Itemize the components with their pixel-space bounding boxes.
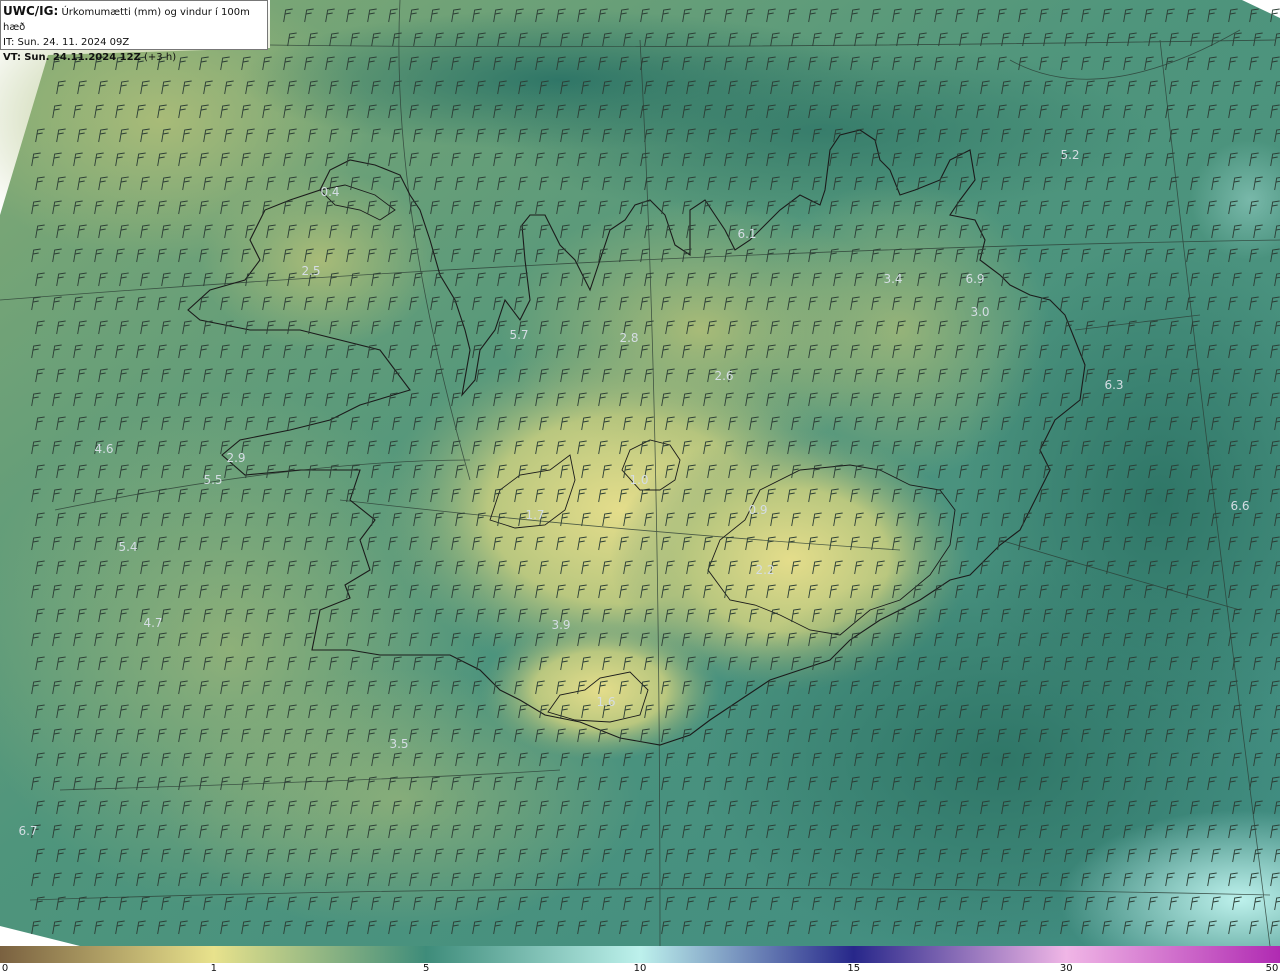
colorbar-tick-50: 50 [1265, 963, 1279, 974]
point-value-label: 5.5 [203, 473, 222, 487]
point-value-label: 0.4 [320, 185, 339, 199]
point-value-label: 3.9 [551, 618, 570, 632]
point-value-label: 6.6 [1230, 499, 1249, 513]
colorbar-tick-30: 30 [1059, 963, 1073, 974]
point-value-label: 2.2 [755, 563, 774, 577]
point-value-label: 6.3 [1104, 378, 1123, 392]
point-value-label: 2.8 [619, 331, 638, 345]
colorbar: 0 1 5 10 15 30 50 [0, 946, 1280, 978]
precipitation-wind-map[interactable]: 5.2 6.1 3.4 6.9 3.0 5.7 2.8 2.6 6.3 4.6 2.9 5.5 1.0 0… [0, 0, 1280, 946]
point-value-label: 1.7 [525, 508, 544, 522]
point-value-label: 1.0 [629, 473, 648, 487]
point-value-label: 4.6 [94, 442, 113, 456]
colorbar-tick-10: 10 [633, 963, 647, 974]
issue-time: IT: Sun. 24. 11. 2024 09Z [3, 37, 130, 48]
point-value-label: 2.9 [226, 451, 245, 465]
point-value-label: 0.9 [748, 503, 767, 517]
point-value-label: 6.1 [737, 227, 756, 241]
point-value-label: 4.7 [143, 616, 162, 630]
colorbar-tick-15: 15 [847, 963, 861, 974]
colorbar-tick-1: 1 [210, 963, 217, 974]
colorbar-tick-5: 5 [423, 963, 430, 974]
point-value-label: 6.9 [965, 272, 984, 286]
lead-time: (+3 h) [144, 52, 177, 63]
point-value-label: 6.7 [18, 824, 37, 838]
colorbar-tick-0: 0 [1, 963, 9, 974]
point-value-label: 5.2 [1060, 148, 1079, 162]
map-title-box: UWC/IG: Úrkomumætti (mm) og vindur í 100… [0, 0, 268, 63]
colorbar-labels: 0 1 5 10 15 30 50 [0, 963, 1280, 978]
point-value-label: 1.6 [596, 695, 615, 709]
point-value-label: 2.5 [301, 264, 320, 278]
point-value-label: 2.6 [714, 369, 733, 383]
point-value-label: 5.4 [118, 540, 137, 554]
model-name: UWC/IG: [3, 4, 59, 18]
point-value-label: 3.4 [883, 272, 902, 286]
point-value-label: 3.5 [389, 737, 408, 751]
point-value-label: 3.0 [970, 305, 989, 319]
valid-time: Sun. 24.11.2024 12Z [24, 52, 141, 63]
colorbar-strip [0, 946, 1280, 963]
valid-prefix: VT: [3, 52, 22, 63]
point-value-label: 5.7 [509, 328, 528, 342]
